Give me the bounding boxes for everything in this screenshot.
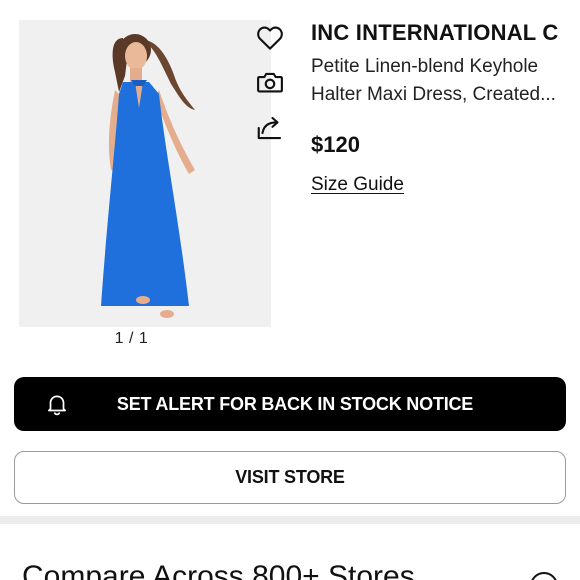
size-guide-link[interactable]: Size Guide [311, 174, 404, 196]
set-alert-label: SET ALERT FOR BACK IN STOCK NOTICE [116, 393, 474, 414]
heart-icon [257, 26, 283, 50]
camera-button[interactable] [254, 66, 286, 98]
share-button[interactable] [254, 112, 286, 144]
section-divider [0, 516, 580, 524]
product-image[interactable] [19, 20, 271, 327]
visit-store-button[interactable]: VISIT STORE [14, 451, 566, 504]
chevron-icon[interactable] [530, 572, 558, 580]
product-price: $120 [311, 132, 360, 157]
camera-icon [257, 72, 283, 93]
product-title: Petite Linen-blend Keyhole Halter Maxi D… [311, 56, 556, 105]
brand-name[interactable]: INC INTERNATIONAL C [311, 20, 580, 46]
compare-heading: Compare Across 800+ Stores [22, 560, 415, 580]
set-alert-button[interactable]: SET ALERT FOR BACK IN STOCK NOTICE [14, 377, 566, 431]
product-photo [19, 20, 271, 327]
share-icon [257, 116, 282, 140]
image-counter: 1 / 1 [114, 330, 149, 347]
favorite-button[interactable] [254, 22, 286, 54]
